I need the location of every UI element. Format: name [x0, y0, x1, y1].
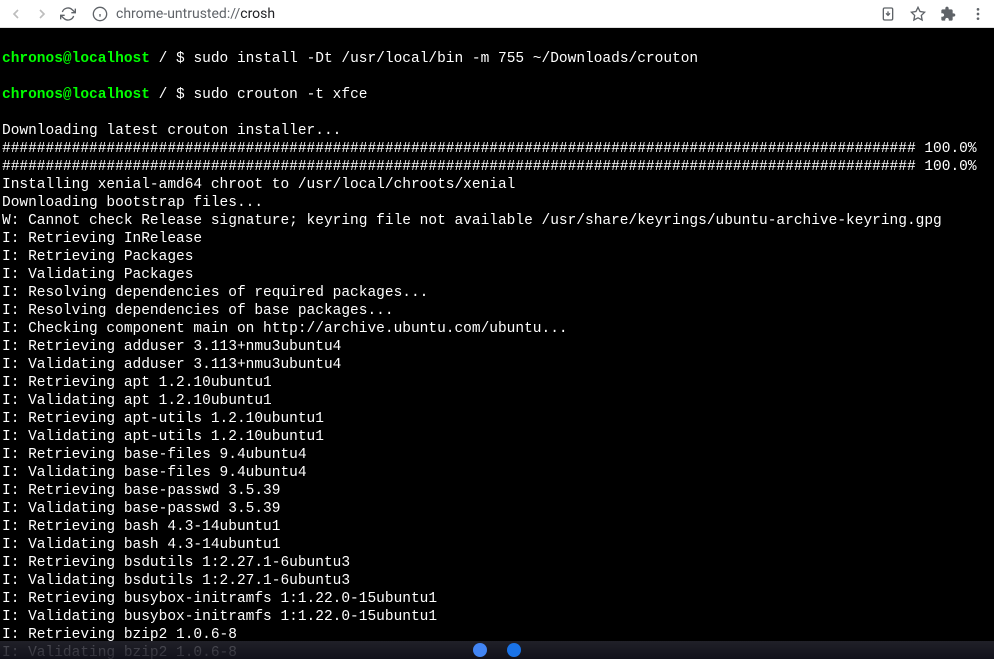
prompt-line-1: chronos@localhost / $ sudo install -Dt /… [2, 50, 992, 68]
terminal-line: I: Retrieving base-passwd 3.5.39 [2, 482, 992, 500]
terminal-line: Downloading latest crouton installer... [2, 122, 992, 140]
terminal-line: I: Resolving dependencies of required pa… [2, 284, 992, 302]
terminal-line: I: Validating apt-utils 1.2.10ubuntu1 [2, 428, 992, 446]
forward-button[interactable] [34, 6, 50, 22]
terminal-line: I: Resolving dependencies of base packag… [2, 302, 992, 320]
menu-icon[interactable] [970, 6, 986, 22]
extensions-icon[interactable] [940, 6, 956, 22]
terminal-line: I: Validating base-files 9.4ubuntu4 [2, 464, 992, 482]
browser-toolbar: chrome-untrusted://crosh [0, 0, 994, 28]
terminal-line: I: Checking component main on http://arc… [2, 320, 992, 338]
terminal-output[interactable]: chronos@localhost / $ sudo install -Dt /… [0, 28, 994, 659]
shelf[interactable] [0, 641, 994, 659]
terminal-line: I: Retrieving InRelease [2, 230, 992, 248]
prompt-line-2: chronos@localhost / $ sudo crouton -t xf… [2, 86, 992, 104]
terminal-line: I: Retrieving bsdutils 1:2.27.1-6ubuntu3 [2, 554, 992, 572]
terminal-line: I: Validating bash 4.3-14ubuntu1 [2, 536, 992, 554]
terminal-line: I: Validating Packages [2, 266, 992, 284]
shelf-app-icon[interactable] [473, 643, 487, 657]
reload-button[interactable] [60, 6, 76, 22]
url-display: chrome-untrusted://crosh [116, 6, 275, 22]
address-bar[interactable]: chrome-untrusted://crosh [84, 6, 872, 22]
terminal-line: Installing xenial-amd64 chroot to /usr/l… [2, 176, 992, 194]
terminal-line: I: Validating bsdutils 1:2.27.1-6ubuntu3 [2, 572, 992, 590]
site-info-icon[interactable] [92, 6, 108, 22]
install-icon[interactable] [880, 6, 896, 22]
terminal-line: ########################################… [2, 158, 992, 176]
terminal-line: I: Validating busybox-initramfs 1:1.22.0… [2, 608, 992, 626]
terminal-line: I: Retrieving apt 1.2.10ubuntu1 [2, 374, 992, 392]
terminal-line: ########################################… [2, 140, 992, 158]
terminal-line: I: Retrieving bash 4.3-14ubuntu1 [2, 518, 992, 536]
back-button[interactable] [8, 6, 24, 22]
terminal-line: I: Validating apt 1.2.10ubuntu1 [2, 392, 992, 410]
terminal-line: I: Retrieving busybox-initramfs 1:1.22.0… [2, 590, 992, 608]
terminal-line: W: Cannot check Release signature; keyri… [2, 212, 992, 230]
shelf-app-icon[interactable] [507, 643, 521, 657]
terminal-line: I: Retrieving Packages [2, 248, 992, 266]
terminal-line: I: Retrieving apt-utils 1.2.10ubuntu1 [2, 410, 992, 428]
toolbar-actions [880, 6, 986, 22]
terminal-line: I: Retrieving base-files 9.4ubuntu4 [2, 446, 992, 464]
terminal-line: I: Validating base-passwd 3.5.39 [2, 500, 992, 518]
bookmark-icon[interactable] [910, 6, 926, 22]
terminal-line: I: Validating adduser 3.113+nmu3ubuntu4 [2, 356, 992, 374]
terminal-line: I: Retrieving adduser 3.113+nmu3ubuntu4 [2, 338, 992, 356]
nav-controls [8, 6, 76, 22]
terminal-line: Downloading bootstrap files... [2, 194, 992, 212]
